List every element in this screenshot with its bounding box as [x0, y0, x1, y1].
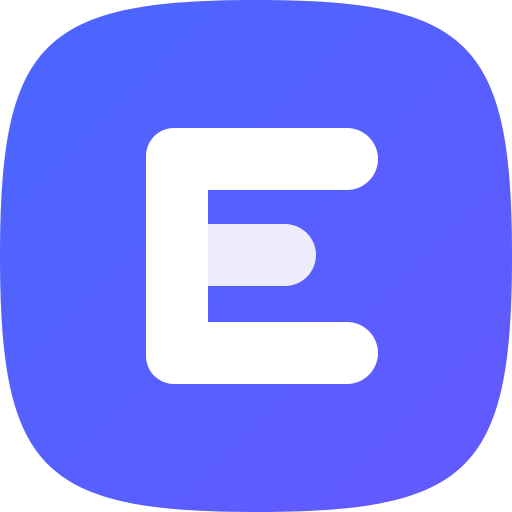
e-bottom-arm — [146, 322, 378, 384]
e-top-arm — [146, 128, 378, 190]
e-letter-logo-icon — [0, 0, 512, 512]
app-icon — [0, 0, 512, 512]
